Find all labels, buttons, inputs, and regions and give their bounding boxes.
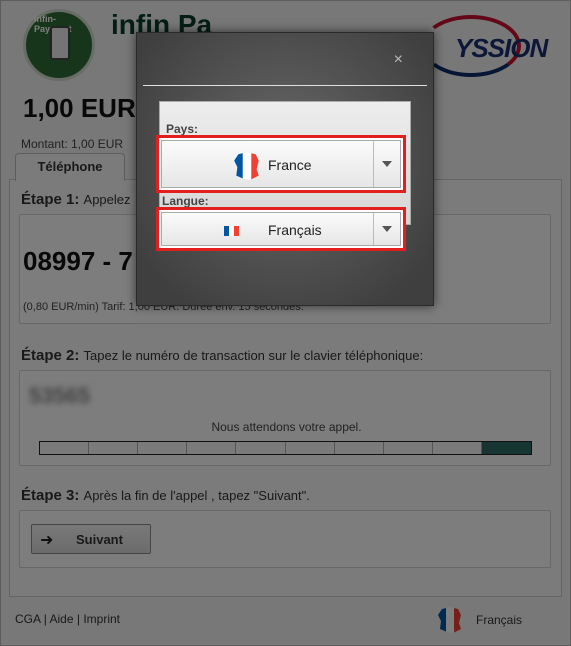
select-divider <box>373 213 374 245</box>
language-label: Langue: <box>162 194 209 208</box>
france-flag-icon <box>234 152 259 180</box>
france-flag-icon <box>224 226 239 236</box>
country-select[interactable]: France <box>161 140 401 188</box>
select-divider <box>373 141 374 187</box>
language-value: Français <box>268 222 322 238</box>
dialog-form: Pays: France Langue: Français <box>156 101 411 251</box>
country-label: Pays: <box>166 122 199 136</box>
close-icon[interactable]: × <box>394 51 403 69</box>
language-country-dialog: × Pays: France Langue: Français <box>136 32 434 306</box>
country-value: France <box>268 157 312 173</box>
chevron-down-icon <box>382 161 392 167</box>
country-select-highlight: France <box>156 135 406 193</box>
dialog-divider <box>143 85 427 86</box>
language-select-highlight: Français <box>156 207 406 251</box>
chevron-down-icon <box>382 226 392 232</box>
language-select[interactable]: Français <box>161 212 401 246</box>
